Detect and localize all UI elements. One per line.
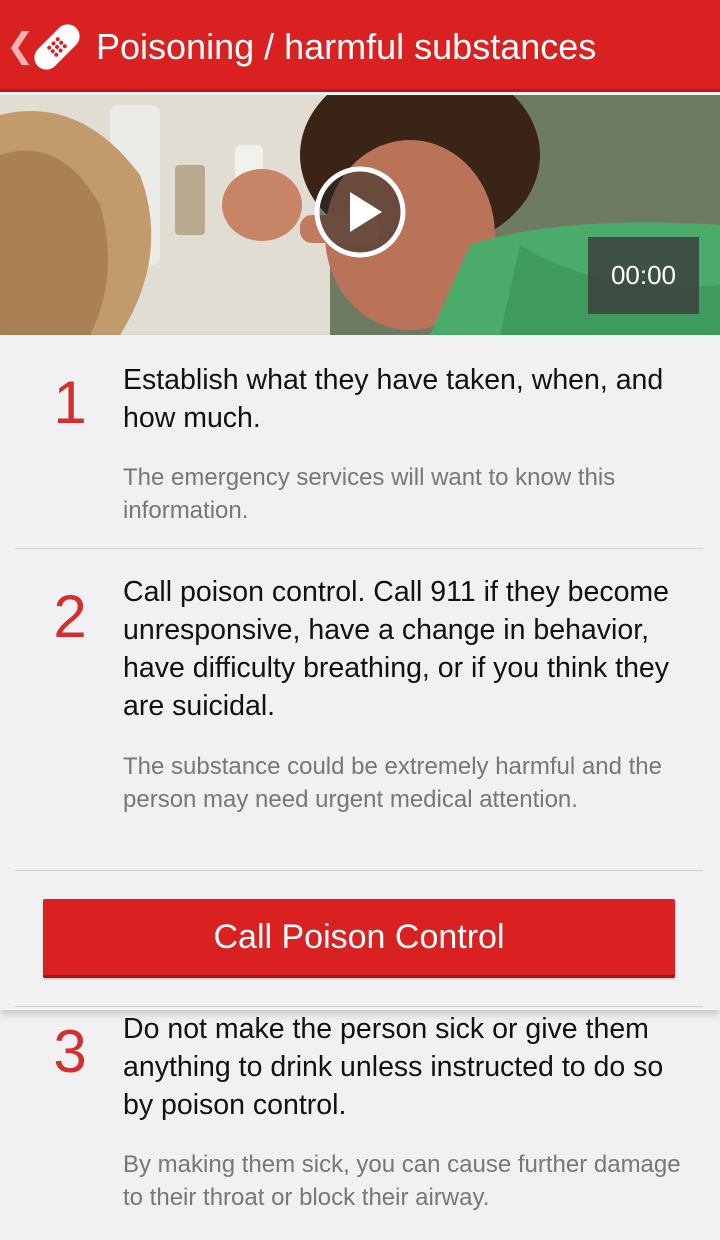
step-number: 3 <box>53 1018 87 1085</box>
divider <box>15 548 703 549</box>
divider <box>15 1006 703 1007</box>
step-title: Do not make the person sick or give them… <box>123 1013 664 1121</box>
video-time: 00:00 <box>588 237 699 314</box>
step-description: By making them sick, you can cause furth… <box>123 1151 681 1211</box>
step-number: 1 <box>53 369 87 436</box>
bandage-icon[interactable] <box>26 16 88 78</box>
play-icon[interactable] <box>313 165 407 259</box>
video-player[interactable]: 00:00 <box>0 95 720 335</box>
step-description: The emergency services will want to know… <box>123 464 616 524</box>
call-poison-control-button[interactable]: Call Poison Control <box>43 899 675 978</box>
step-title: Call poison control. Call 911 if they be… <box>123 576 670 722</box>
app-bar: ❮ Poisoning / harmful substances <box>0 0 720 92</box>
step-title: Establish what they have taken, when, an… <box>123 364 664 434</box>
step-description: The substance could be extremely harmful… <box>123 753 662 813</box>
step-number: 2 <box>53 583 87 650</box>
divider <box>15 870 703 871</box>
page-title: Poisoning / harmful substances <box>96 26 597 67</box>
